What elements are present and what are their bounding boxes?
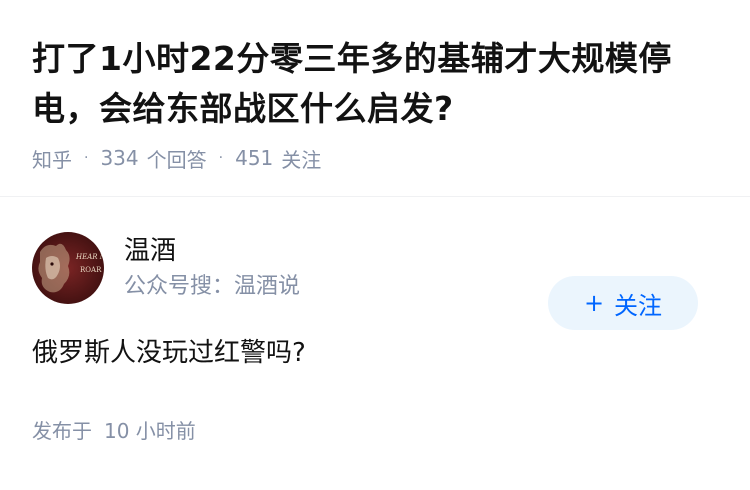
question-header: 打了1小时22分零三年多的基辅才大规模停电，会给东部战区什么启发? 知乎 · 3… (0, 0, 750, 174)
answers-label[interactable]: 个回答 (147, 144, 207, 173)
author-bio: 公众号搜：温酒说 (124, 274, 301, 299)
question-meta: 知乎 · 334 个回答 · 451 关注 (32, 142, 718, 174)
plus-icon: + (583, 289, 605, 317)
avatar-text-1: HEAR ME (75, 253, 104, 261)
publish-label: 发布于 (32, 419, 92, 443)
answer-content[interactable]: 俄罗斯人没玩过红警吗? (32, 333, 718, 373)
divider (0, 196, 750, 197)
avatar[interactable]: HEAR ME ROAR (32, 232, 104, 304)
separator-dot: · (218, 150, 224, 166)
followers-count[interactable]: 451 (235, 146, 273, 170)
lion-avatar-image: HEAR ME ROAR (32, 232, 104, 304)
author-info: 温酒 公众号搜：温酒说 (124, 233, 300, 303)
follow-button[interactable]: + 关注 (548, 276, 698, 330)
question-title[interactable]: 打了1小时22分零三年多的基辅才大规模停电，会给东部战区什么启发? (32, 34, 718, 134)
answer-card: HEAR ME ROAR 温酒 公众号搜：温酒说 + 关注 俄罗斯人没玩过红警吗… (0, 231, 750, 444)
publish-time: 发布于 10 小时前 (32, 415, 718, 444)
separator-dot: · (84, 150, 89, 166)
follow-button-label: 关注 (614, 291, 663, 320)
publish-time-value: 10 小时前 (104, 419, 196, 443)
author-name[interactable]: 温酒 (124, 233, 300, 269)
answers-count[interactable]: 334 (100, 146, 138, 170)
followers-label[interactable]: 关注 (281, 144, 321, 173)
source-label[interactable]: 知乎 (32, 144, 72, 173)
avatar-text-2: ROAR (80, 266, 102, 274)
